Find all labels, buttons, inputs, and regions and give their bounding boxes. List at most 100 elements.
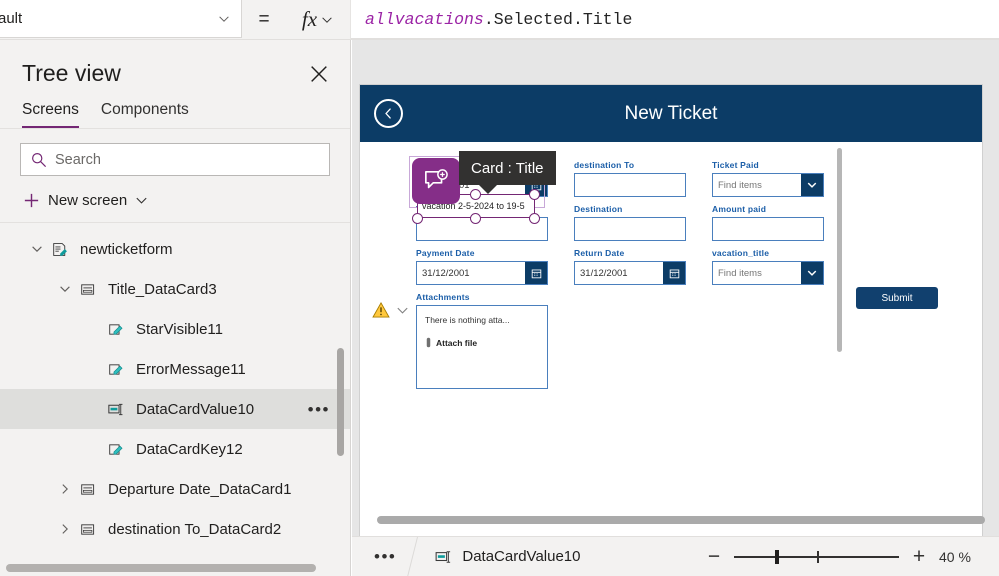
tree-node-list[interactable]: newticketform Title_DataCard3 StarVisible1… [0,223,350,555]
tree-twisty[interactable] [54,482,76,496]
tree-view-panel: Tree view Screens Components New screen [0,40,351,576]
form-warning-indicator[interactable] [372,302,410,318]
tree-spacer [86,402,100,416]
property-selector[interactable]: ault [0,0,242,38]
chevron-down-icon[interactable] [395,303,410,318]
field-value-vacation-title: Find items [718,267,762,279]
canvas-horizontal-scrollbar[interactable] [377,516,985,524]
fx-label: fx [301,7,318,31]
formula-input[interactable]: allvacations.Selected.Title [351,0,999,39]
textinput-icon [104,402,128,417]
zoom-out-button[interactable]: − [706,546,722,567]
search-input[interactable] [55,151,320,168]
chevron-down-icon[interactable] [801,174,823,196]
field-input-vacation-title[interactable]: Find items [712,261,824,285]
add-comment-icon[interactable] [412,158,460,204]
form-field-destination: Destination [574,204,686,241]
datacard-icon [76,482,100,497]
field-value-ticket-paid: Find items [718,179,762,191]
field-input-amount-paid[interactable] [712,217,824,241]
field-label-return-date: Return Date [574,248,625,258]
field-input-destination[interactable] [574,217,686,241]
chevron-down-icon[interactable] [58,282,72,296]
field-value-return-date: 31/12/2001 [580,267,628,279]
tree-twisty[interactable] [54,282,76,296]
tree-twisty [82,402,104,416]
zoom-slider-thumb[interactable] [775,549,780,564]
tree-node-title-datacard3[interactable]: Title_DataCard3 [0,269,350,309]
field-input-destination-to[interactable] [574,173,686,197]
form-field-ticket-paid: Ticket Paid Find items [712,160,824,197]
resize-handle-se[interactable] [529,213,540,224]
tree-node-label: StarVisible11 [136,320,223,338]
canvas-area[interactable]: New Ticket Departure Date31/12/2001desti… [352,40,999,536]
equals-sign: = [242,0,286,39]
new-screen-button[interactable]: New screen [0,180,350,223]
tree-node-datacardkey12[interactable]: DataCardKey12 [0,429,350,469]
zoom-slider[interactable] [734,549,899,565]
tree-node-departure-date-datacard1[interactable]: Departure Date_DataCard1 [0,469,350,509]
field-input-return-date[interactable]: 31/12/2001 [574,261,686,285]
form-field-return-date: Return Date 31/12/2001 [574,248,686,285]
status-overflow-button[interactable]: ••• [352,547,412,567]
tree-node-ticket-paid-datacard1[interactable]: Ticket Paid_DataCard1 [0,549,350,555]
zoom-in-button[interactable]: + [911,546,927,567]
tree-twisty[interactable] [26,242,48,256]
tree-view-header: Tree view [0,40,350,93]
form-field-destination-to: destination To [574,160,686,197]
chevron-down-icon [322,16,332,23]
field-label-ticket-paid: Ticket Paid [712,160,759,170]
fx-button[interactable]: fx [286,0,351,39]
close-icon[interactable] [308,63,330,85]
plus-icon [24,193,39,208]
resize-handle-s[interactable] [470,213,481,224]
tree-view-tabs: Screens Components [0,93,350,129]
chevron-down-icon[interactable] [801,262,823,284]
submit-button[interactable]: Submit [856,287,938,309]
search-box[interactable] [20,143,330,176]
attachments-control[interactable]: There is nothing atta... Attach file [416,305,548,389]
field-label-attachments: Attachments [416,292,470,302]
field-input-ticket-price[interactable] [416,217,548,241]
status-selected-node[interactable]: DataCardValue10 [413,548,581,565]
chevron-down-icon [136,197,147,204]
back-chevron-icon[interactable] [374,99,403,128]
tree-spacer [86,322,100,336]
tree-node-label: destination To_DataCard2 [108,520,282,538]
formula-bar: ault = fx allvacations.Selected.Title [0,0,999,40]
calendar-icon[interactable] [663,262,685,284]
tree-node-errormessage11[interactable]: ErrorMessage11 [0,349,350,389]
tree-twisty[interactable] [54,522,76,536]
tree-horizontal-scrollbar[interactable] [6,564,316,572]
chevron-down-icon[interactable] [30,242,44,256]
attach-file-label: Attach file [436,337,478,348]
resize-handle-ne[interactable] [529,189,540,200]
tree-spacer [86,362,100,376]
tree-node-label: DataCardValue10 [136,400,255,418]
attach-file-button[interactable]: Attach file [425,337,541,348]
calendar-icon[interactable] [525,262,547,284]
label-icon [104,442,128,457]
tab-components[interactable]: Components [101,101,189,128]
tree-node-destination-to-datacard2[interactable]: destination To_DataCard2 [0,509,350,549]
property-selector-value: ault [0,10,23,27]
field-label-payment-date: Payment Date [416,248,475,258]
form-vertical-scrollbar[interactable] [837,148,842,352]
field-input-ticket-paid[interactable]: Find items [712,173,824,197]
tree-node-label: Departure Date_DataCard1 [108,480,292,498]
chevron-right-icon[interactable] [58,482,72,496]
tree-node-overflow-button[interactable]: ••• [308,401,330,418]
tree-node-starvisible11[interactable]: StarVisible11 [0,309,350,349]
resize-handle-sw[interactable] [412,213,423,224]
form-field-amount-paid: Amount paid [712,204,824,241]
tab-screens[interactable]: Screens [22,101,79,128]
zoom-slider-tick [816,550,819,563]
screen-icon [48,242,72,257]
tree-node-newticketform[interactable]: newticketform [0,229,350,269]
chevron-right-icon[interactable] [58,522,72,536]
tree-vertical-scrollbar[interactable] [337,348,344,456]
field-label-destination-to: destination To [574,160,635,170]
tree-node-datacardvalue10[interactable]: DataCardValue10 ••• [0,389,350,429]
datacard-icon [80,483,94,495]
field-input-payment-date[interactable]: 31/12/2001 [416,261,548,285]
